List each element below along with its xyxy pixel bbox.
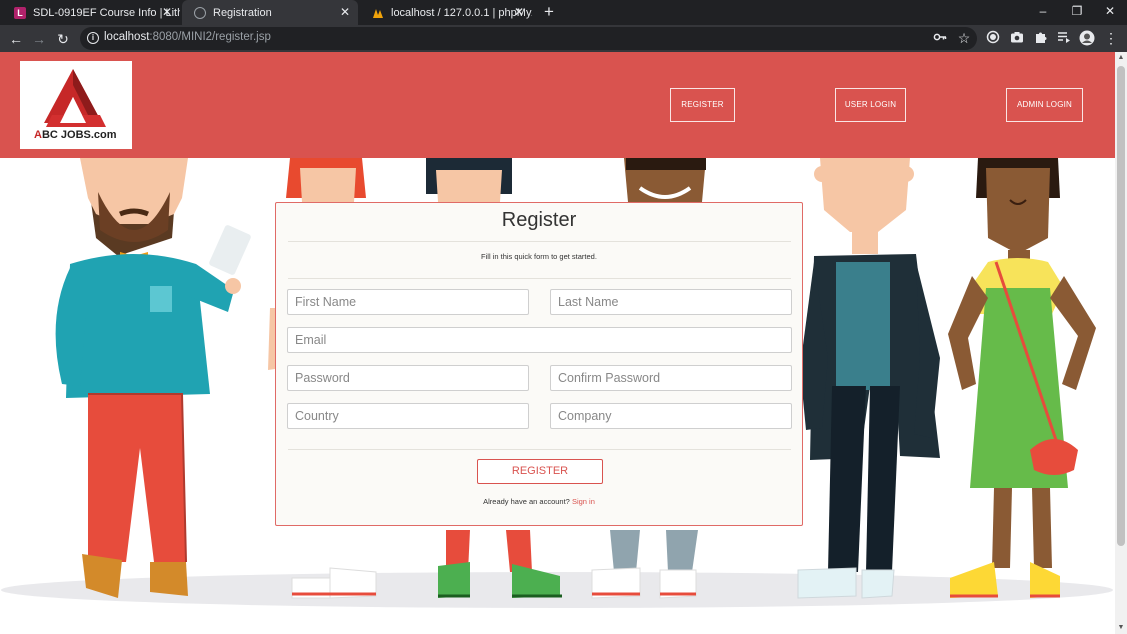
divider: [288, 278, 791, 279]
confirm-password-input[interactable]: [550, 365, 792, 391]
url-host: localhost: [104, 31, 150, 43]
first-name-input[interactable]: [287, 289, 529, 315]
address-bar[interactable]: i localhost:8080/MINI2/register.jsp: [80, 27, 977, 50]
tab-registration[interactable]: Registration ✕: [182, 0, 358, 25]
country-input[interactable]: [287, 403, 529, 429]
forward-button[interactable]: →: [29, 29, 49, 49]
tab-title: localhost / 127.0.0.1 | phpMyAdm: [391, 6, 532, 19]
close-tab-icon[interactable]: ✕: [338, 5, 352, 19]
reload-button[interactable]: ↻: [53, 29, 73, 49]
close-tab-icon[interactable]: ✕: [512, 5, 526, 19]
page-viewport: ABC JOBS.com REGISTER USER LOGIN ADMIN L…: [0, 52, 1115, 634]
key-icon[interactable]: [932, 30, 948, 46]
tab-lithan[interactable]: L SDL-0919EF Course Info | Lithan ✕: [2, 0, 180, 25]
maximize-button[interactable]: ❐: [1060, 0, 1094, 25]
register-form-card: Register Fill in this quick form to get …: [275, 202, 803, 526]
sign-in-link[interactable]: Sign in: [572, 497, 595, 506]
minimize-button[interactable]: –: [1026, 0, 1060, 25]
browser-tab-bar: L SDL-0919EF Course Info | Lithan ✕ Regi…: [0, 0, 1127, 25]
close-window-button[interactable]: ✕: [1093, 0, 1127, 25]
nav-user-login-button[interactable]: USER LOGIN: [835, 88, 906, 122]
logo-text: ABC JOBS.com: [34, 129, 117, 141]
divider: [288, 449, 791, 450]
back-button[interactable]: ←: [6, 29, 26, 49]
form-subtitle: Fill in this quick form to get started.: [481, 252, 597, 261]
puzzle-icon[interactable]: [1033, 30, 1049, 46]
page-scrollbar[interactable]: ▲ ▼: [1115, 52, 1127, 634]
email-input[interactable]: [287, 327, 792, 353]
last-name-input[interactable]: [550, 289, 792, 315]
company-input[interactable]: [550, 403, 792, 429]
close-tab-icon[interactable]: ✕: [160, 5, 174, 19]
tab-title: Registration: [213, 6, 272, 19]
scroll-down-icon[interactable]: ▼: [1115, 622, 1127, 634]
scrollbar-thumb[interactable]: [1117, 66, 1125, 546]
password-input[interactable]: [287, 365, 529, 391]
scroll-up-icon[interactable]: ▲: [1115, 52, 1127, 64]
already-account-text: Already have an account?: [483, 497, 570, 506]
tab-title: SDL-0919EF Course Info | Lithan: [33, 6, 180, 19]
site-header: ABC JOBS.com REGISTER USER LOGIN ADMIN L…: [0, 52, 1115, 158]
signin-prompt: Already have an account? Sign in: [276, 497, 802, 506]
browser-toolbar: ← → ↻ i localhost:8080/MINI2/register.js…: [0, 25, 1127, 52]
menu-icon[interactable]: ⋮: [1103, 30, 1119, 46]
form-title: Register: [501, 209, 577, 231]
register-submit-button[interactable]: REGISTER: [477, 459, 603, 484]
url-path: :8080/MINI2/register.jsp: [149, 31, 271, 43]
url-text: localhost:8080/MINI2/register.jsp: [104, 31, 271, 43]
tab-phpmyadmin[interactable]: localhost / 127.0.0.1 | phpMyAdm ✕: [360, 0, 532, 25]
profile-icon[interactable]: [1079, 30, 1095, 46]
record-icon[interactable]: [985, 30, 1001, 46]
nav-admin-login-button[interactable]: ADMIN LOGIN: [1006, 88, 1083, 122]
star-icon[interactable]: ☆: [956, 30, 972, 46]
new-tab-button[interactable]: +: [540, 2, 558, 22]
divider: [288, 241, 791, 242]
abc-jobs-logo[interactable]: ABC JOBS.com: [20, 61, 132, 149]
playlist-icon[interactable]: [1056, 30, 1072, 46]
site-info-icon[interactable]: i: [87, 32, 99, 44]
nav-register-button[interactable]: REGISTER: [670, 88, 735, 122]
camera-icon[interactable]: [1009, 30, 1025, 46]
globe-favicon-icon: [194, 6, 206, 19]
phpmyadmin-favicon-icon: [372, 7, 384, 19]
lithan-favicon-icon: L: [14, 6, 26, 19]
